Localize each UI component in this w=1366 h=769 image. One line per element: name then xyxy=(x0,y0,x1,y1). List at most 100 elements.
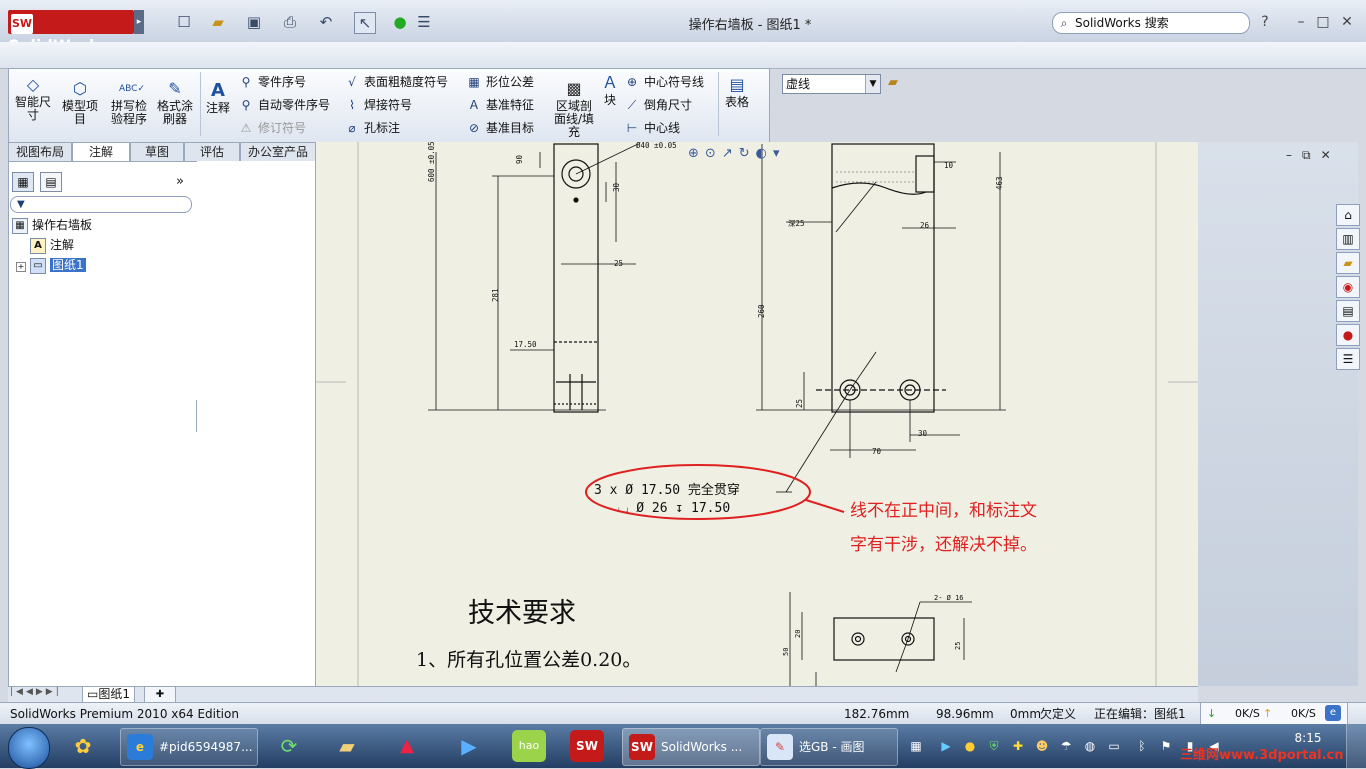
watermark: 三维网www.3dportal.cn xyxy=(1180,748,1344,763)
chamfer-dim-button[interactable]: ⟋ 倒角尺寸 xyxy=(624,97,692,113)
ie-icon[interactable]: e xyxy=(1325,705,1341,721)
tab-sketch[interactable]: 草图 xyxy=(130,142,184,161)
menu-expand-icon[interactable]: ▸ xyxy=(134,10,144,34)
area-hatch-button[interactable]: ▩ 区域剖面线/填充 xyxy=(552,80,596,139)
datum-feature-button[interactable]: Ａ 基准特征 xyxy=(466,97,534,113)
tab-view-layout[interactable]: 视图布局 xyxy=(8,142,72,161)
tree-item-annotations[interactable]: A 注解 xyxy=(30,236,74,254)
sheet-nav-arrows-icon[interactable]: |◀◀▶▶| xyxy=(10,687,62,697)
design-library-icon[interactable]: ▥ xyxy=(1336,228,1360,250)
add-sheet-icon[interactable]: ✚ xyxy=(144,686,176,703)
zoom-fit-icon[interactable]: ⊕ xyxy=(688,146,705,161)
tree-filter-input[interactable]: ▼ xyxy=(10,196,192,213)
dim-25d: 25 xyxy=(954,642,962,650)
taskbar-item-paint[interactable]: ✎ 选GB - 画图 xyxy=(760,728,898,766)
taskbar-item-browser[interactable]: e #pid6594987... xyxy=(120,728,258,766)
sheet-tab[interactable]: ▭图纸1 xyxy=(82,686,135,703)
custom-properties-icon[interactable]: ☰ xyxy=(1336,348,1360,370)
solidworks-pinned-icon[interactable]: SW xyxy=(570,730,604,762)
line-style-select[interactable]: 虚线 ▼ xyxy=(782,74,881,94)
expand-plus-icon[interactable]: + xyxy=(16,262,26,272)
cart-tray-icon[interactable]: ☂ xyxy=(1058,738,1074,754)
expand-panel-icon[interactable]: » xyxy=(176,174,184,189)
view-toolbar[interactable]: ⊕⊙↗↻◐▾ xyxy=(688,146,786,161)
property-tab-icon[interactable]: ▤ xyxy=(40,172,62,192)
pinned-app-icon[interactable]: ✿ xyxy=(66,730,100,762)
maximize-button[interactable]: □ xyxy=(1312,12,1334,32)
print-icon[interactable]: ⎙ xyxy=(280,12,300,32)
qq-tray-icon[interactable]: ● xyxy=(962,738,978,754)
model-items-button[interactable]: ⬡ 模型项目 xyxy=(60,80,100,126)
cat-tray-icon[interactable]: ☻ xyxy=(1034,738,1050,754)
refresh-app-icon[interactable]: ⟳ xyxy=(272,730,306,762)
centerline-button[interactable]: ⊢ 中心线 xyxy=(624,120,680,136)
bluetooth-icon[interactable]: ᛒ xyxy=(1134,738,1150,754)
layer-icon[interactable]: ▰ xyxy=(884,74,902,92)
note-button[interactable]: A 注释 xyxy=(204,82,232,115)
security-tray-icon[interactable]: ⛨ xyxy=(986,738,1002,754)
datum-target-button[interactable]: ⊘ 基准目标 xyxy=(466,120,534,136)
rotate-icon[interactable]: ↻ xyxy=(739,146,756,161)
datum-feature-icon: Ａ xyxy=(467,98,480,112)
search-results-icon[interactable]: ◉ xyxy=(1336,276,1360,298)
tab-evaluate[interactable]: 评估 xyxy=(184,142,240,161)
media-player-icon[interactable]: ▶ xyxy=(452,730,486,762)
tab-office-products[interactable]: 办公室产品 xyxy=(240,142,316,161)
gtol-icon: ▦ xyxy=(468,75,480,89)
display-style-icon[interactable]: ◐ xyxy=(756,146,773,161)
undo-icon[interactable]: ↶ xyxy=(316,12,336,32)
tech-req-title: 技术要求 xyxy=(468,598,576,629)
help-icon[interactable]: ? xyxy=(1254,12,1276,32)
close-button[interactable]: ✕ xyxy=(1336,12,1358,32)
view-palette-icon[interactable]: ▤ xyxy=(1336,300,1360,322)
rebuild-light-icon[interactable]: ● xyxy=(390,12,410,32)
tab-annotation[interactable]: 注解 xyxy=(72,142,130,162)
hao123-icon[interactable]: hao xyxy=(512,730,546,762)
select-view-icon[interactable]: ↗ xyxy=(722,146,739,161)
file-explorer-icon[interactable]: ▰ xyxy=(1336,252,1360,274)
zoom-area-icon[interactable]: ⊙ xyxy=(705,146,722,161)
gtol-button[interactable]: ▦ 形位公差 xyxy=(466,74,534,90)
hole-callout-button[interactable]: ⌀ 孔标注 xyxy=(344,120,400,136)
block-button[interactable]: Ａ块 xyxy=(600,74,620,107)
hide-show-icon[interactable]: ▾ xyxy=(773,146,786,161)
auto-balloon-button[interactable]: ⚲ 自动零件序号 xyxy=(238,97,330,113)
child-restore-button[interactable]: ⧉ xyxy=(1302,148,1311,162)
tree-item-sheet[interactable]: ▭ 图纸1 xyxy=(30,256,86,274)
new-doc-icon[interactable]: ☐ xyxy=(174,12,194,32)
flag-icon[interactable]: ⚑ xyxy=(1158,738,1174,754)
child-close-button[interactable]: ✕ xyxy=(1321,148,1331,162)
plus-tray-icon[interactable]: ✚ xyxy=(1010,738,1026,754)
feature-tree-tab-icon[interactable]: ▦ xyxy=(12,172,34,192)
home-icon[interactable]: ⌂ xyxy=(1336,204,1360,226)
format-painter-button[interactable]: ✎ 格式涂刷器 xyxy=(154,80,196,126)
smart-dimension-button[interactable]: ◇ 智能尺寸 xyxy=(12,76,54,122)
show-desktop-button[interactable] xyxy=(1346,724,1366,768)
taskbar-item-solidworks[interactable]: SW SolidWorks ... xyxy=(622,728,760,766)
explorer-icon[interactable]: ▰ xyxy=(330,730,364,762)
start-button[interactable] xyxy=(8,727,50,769)
options-icon[interactable]: ☰ xyxy=(414,12,434,32)
media-tray-icon[interactable]: ▶ xyxy=(938,738,954,754)
search-field[interactable]: ⌕ SolidWorks 搜索 xyxy=(1052,12,1250,34)
spell-check-button[interactable]: ABC✓ 拼写检验程序 xyxy=(108,80,150,126)
balloon-button[interactable]: ⚲ 零件序号 xyxy=(238,74,306,90)
appearances-icon[interactable]: ● xyxy=(1336,324,1360,346)
open-folder-icon[interactable]: ▰ xyxy=(208,12,228,32)
minimize-button[interactable]: – xyxy=(1290,12,1312,32)
save-icon[interactable]: ▣ xyxy=(244,12,264,32)
tables-button[interactable]: ▤ 表格 xyxy=(722,76,752,109)
surface-finish-button[interactable]: √ 表面粗糙度符号 xyxy=(344,74,448,90)
autocad-icon[interactable]: ▲ xyxy=(390,730,424,762)
select-arrow-icon[interactable]: ↖ xyxy=(354,12,376,34)
tree-root[interactable]: ▦ 操作右墙板 xyxy=(12,216,92,234)
center-mark-button[interactable]: ⊕ 中心符号线 xyxy=(624,74,704,90)
drawing-canvas[interactable]: 600 ±0.05 Ø40 ±0.05 90 30 25 281 17.50 1… xyxy=(316,142,1198,686)
solidworks-logo[interactable]: SWSolidWorks xyxy=(8,10,134,55)
child-minimize-button[interactable]: – xyxy=(1286,148,1292,162)
monitor-tray-icon[interactable]: ▭ xyxy=(1106,738,1122,754)
network-tray-icon[interactable]: ◍ xyxy=(1082,738,1098,754)
weld-symbol-button[interactable]: ⌇ 焊接符号 xyxy=(344,97,412,113)
keyboard-icon[interactable]: ▦ xyxy=(908,738,924,754)
revision-symbol-button[interactable]: ⚠ 修订符号 xyxy=(238,120,306,136)
